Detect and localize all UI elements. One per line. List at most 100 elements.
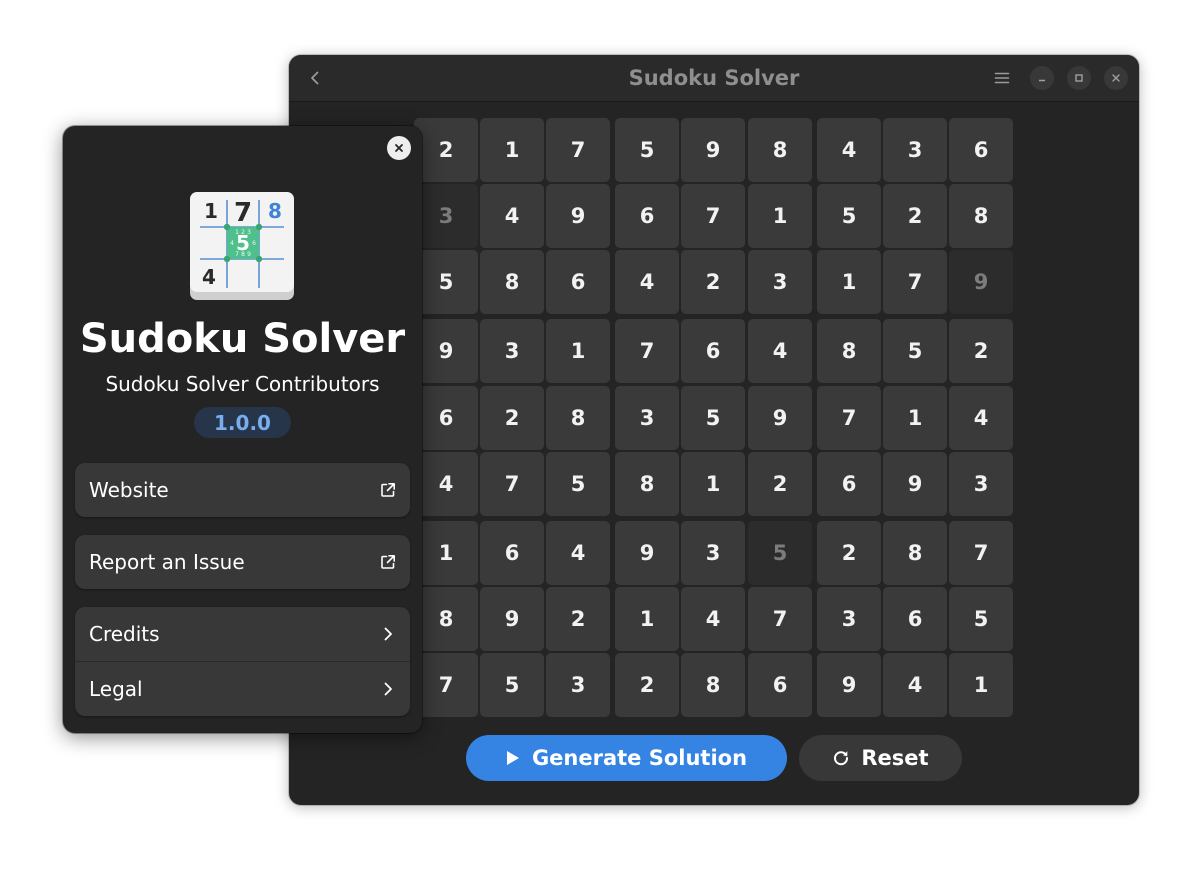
sudoku-cell[interactable]: 2	[480, 386, 544, 450]
sudoku-cell[interactable]: 6	[546, 250, 610, 314]
main-menu-button[interactable]	[986, 62, 1018, 94]
sudoku-cell[interactable]: 3	[949, 452, 1013, 516]
minimize-button[interactable]	[1030, 66, 1054, 90]
sudoku-cell[interactable]: 6	[817, 452, 881, 516]
sudoku-cell[interactable]: 1	[480, 118, 544, 182]
sudoku-cell[interactable]: 2	[681, 250, 745, 314]
sudoku-cell[interactable]: 6	[748, 653, 812, 717]
sudoku-cell[interactable]: 2	[949, 319, 1013, 383]
sudoku-cell[interactable]: 7	[414, 653, 478, 717]
sudoku-cell[interactable]: 7	[949, 521, 1013, 585]
sudoku-cell[interactable]: 2	[414, 118, 478, 182]
sudoku-cell[interactable]: 8	[615, 452, 679, 516]
sudoku-cell[interactable]: 8	[817, 319, 881, 383]
sudoku-cell[interactable]: 3	[883, 118, 947, 182]
sudoku-cell[interactable]: 3	[748, 250, 812, 314]
sudoku-cell[interactable]: 6	[615, 184, 679, 248]
sudoku-cell[interactable]: 5	[480, 653, 544, 717]
sudoku-cell[interactable]: 7	[615, 319, 679, 383]
sudoku-cell[interactable]: 3	[414, 184, 478, 248]
sudoku-cell[interactable]: 7	[883, 250, 947, 314]
sudoku-cell[interactable]: 5	[883, 319, 947, 383]
sudoku-cell[interactable]: 8	[480, 250, 544, 314]
close-window-button[interactable]	[1104, 66, 1128, 90]
report-issue-row[interactable]: Report an Issue	[75, 535, 410, 589]
legal-row[interactable]: Legal	[75, 661, 410, 716]
sudoku-cell[interactable]: 4	[949, 386, 1013, 450]
sudoku-cell[interactable]: 1	[546, 319, 610, 383]
sudoku-cell[interactable]: 6	[883, 587, 947, 651]
sudoku-cell[interactable]: 1	[883, 386, 947, 450]
sudoku-cell[interactable]: 3	[480, 319, 544, 383]
sudoku-cell[interactable]: 5	[817, 184, 881, 248]
sudoku-cell[interactable]: 3	[546, 653, 610, 717]
sudoku-cell[interactable]: 1	[681, 452, 745, 516]
sudoku-cell[interactable]: 2	[546, 587, 610, 651]
sudoku-cell[interactable]: 1	[817, 250, 881, 314]
sudoku-cell[interactable]: 1	[949, 653, 1013, 717]
app-name: Sudoku Solver	[79, 316, 406, 362]
sudoku-cell[interactable]: 9	[414, 319, 478, 383]
sudoku-cell[interactable]: 4	[615, 250, 679, 314]
maximize-button[interactable]	[1067, 66, 1091, 90]
sudoku-cell[interactable]: 9	[615, 521, 679, 585]
sudoku-cell[interactable]: 4	[883, 653, 947, 717]
sudoku-cell[interactable]: 6	[681, 319, 745, 383]
credits-label: Credits	[89, 622, 160, 646]
sudoku-cell[interactable]: 5	[949, 587, 1013, 651]
website-row[interactable]: Website	[75, 463, 410, 517]
sudoku-cell[interactable]: 8	[748, 118, 812, 182]
sudoku-cell[interactable]: 7	[748, 587, 812, 651]
sudoku-cell[interactable]: 5	[615, 118, 679, 182]
sudoku-cell[interactable]: 4	[817, 118, 881, 182]
credits-legal-box: Credits Legal	[75, 607, 410, 716]
sudoku-cell[interactable]: 3	[681, 521, 745, 585]
sudoku-cell[interactable]: 6	[949, 118, 1013, 182]
sudoku-cell[interactable]: 9	[748, 386, 812, 450]
sudoku-cell[interactable]: 9	[480, 587, 544, 651]
sudoku-cell[interactable]: 9	[681, 118, 745, 182]
back-button[interactable]	[299, 62, 331, 94]
sudoku-cell[interactable]: 4	[681, 587, 745, 651]
sudoku-cell[interactable]: 9	[949, 250, 1013, 314]
sudoku-cell[interactable]: 9	[817, 653, 881, 717]
sudoku-cell[interactable]: 2	[748, 452, 812, 516]
sudoku-cell[interactable]: 7	[546, 118, 610, 182]
sudoku-cell[interactable]: 4	[480, 184, 544, 248]
icon-note: 1	[235, 229, 239, 236]
version-label: 1.0.0	[214, 410, 271, 435]
sudoku-cell[interactable]: 2	[883, 184, 947, 248]
sudoku-cell[interactable]: 8	[414, 587, 478, 651]
sudoku-cell[interactable]: 8	[883, 521, 947, 585]
sudoku-cell[interactable]: 3	[615, 386, 679, 450]
sudoku-cell[interactable]: 3	[817, 587, 881, 651]
sudoku-cell[interactable]: 2	[615, 653, 679, 717]
sudoku-cell[interactable]: 7	[817, 386, 881, 450]
sudoku-cell[interactable]: 5	[748, 521, 812, 585]
sudoku-cell[interactable]: 5	[546, 452, 610, 516]
sudoku-cell[interactable]: 9	[546, 184, 610, 248]
sudoku-cell[interactable]: 7	[681, 184, 745, 248]
sudoku-cell[interactable]: 6	[480, 521, 544, 585]
sudoku-cell[interactable]: 9	[883, 452, 947, 516]
sudoku-cell[interactable]: 1	[615, 587, 679, 651]
sudoku-cell[interactable]: 7	[480, 452, 544, 516]
generate-solution-button[interactable]: Generate Solution	[466, 735, 787, 781]
sudoku-cell[interactable]: 4	[546, 521, 610, 585]
version-badge[interactable]: 1.0.0	[194, 407, 291, 438]
sudoku-cell[interactable]: 5	[681, 386, 745, 450]
about-close-button[interactable]	[387, 136, 411, 160]
credits-row[interactable]: Credits	[75, 607, 410, 661]
sudoku-cell[interactable]: 4	[414, 452, 478, 516]
icon-digit-4: 4	[202, 265, 216, 289]
sudoku-cell[interactable]: 4	[748, 319, 812, 383]
sudoku-cell[interactable]: 5	[414, 250, 478, 314]
sudoku-cell[interactable]: 1	[414, 521, 478, 585]
reset-button[interactable]: Reset	[799, 735, 962, 781]
sudoku-cell[interactable]: 1	[748, 184, 812, 248]
sudoku-cell[interactable]: 6	[414, 386, 478, 450]
sudoku-cell[interactable]: 8	[949, 184, 1013, 248]
sudoku-cell[interactable]: 8	[546, 386, 610, 450]
sudoku-cell[interactable]: 2	[817, 521, 881, 585]
sudoku-cell[interactable]: 8	[681, 653, 745, 717]
